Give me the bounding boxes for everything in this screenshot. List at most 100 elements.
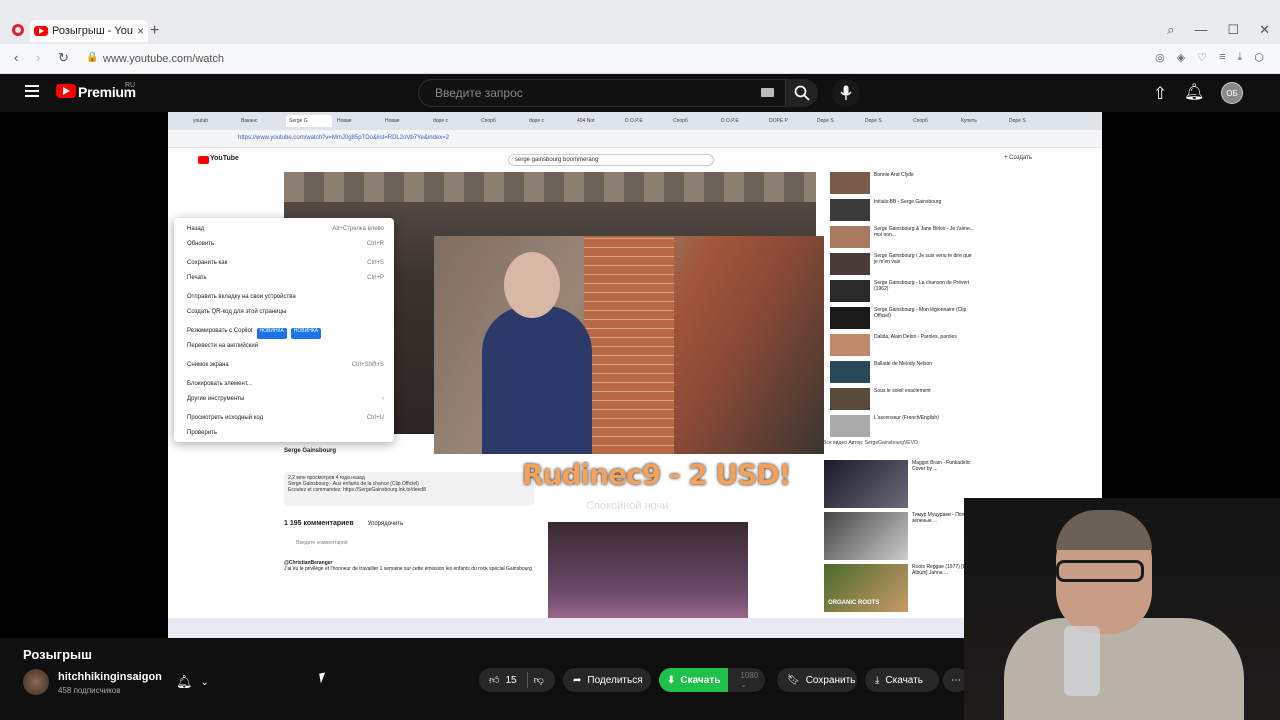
context-menu-item[interactable]: Назад Alt+Стрелка влево bbox=[174, 222, 394, 237]
browser-tab-title: Розыгрыш - YouTube bbox=[52, 25, 133, 37]
extensions-icon[interactable]: ⬡ bbox=[1254, 51, 1264, 64]
youtube-icon[interactable] bbox=[56, 84, 76, 98]
like-icon[interactable]: 👍︎ bbox=[489, 674, 499, 686]
camera-icon[interactable]: ◎ bbox=[1155, 51, 1165, 64]
inner-recommendations: Bonnie And Clyde Initials BB - Serge Gain… bbox=[830, 172, 974, 437]
avatar[interactable]: ОБ bbox=[1221, 82, 1243, 104]
download-bar-icon[interactable]: ⤓ bbox=[1238, 51, 1243, 64]
context-menu-item[interactable]: Обновить Ctrl+R bbox=[174, 237, 394, 252]
search-button[interactable] bbox=[786, 79, 818, 107]
context-menu: Назад Alt+Стрелка влево Обновить Ctrl+R Сохр… bbox=[174, 218, 394, 442]
inner-youtube-icon bbox=[198, 156, 209, 164]
video-title: Розыгрыш bbox=[23, 647, 92, 662]
context-menu-shortcut: Ctrl+S bbox=[367, 260, 384, 266]
list-icon[interactable]: ≡ bbox=[1219, 51, 1225, 64]
context-menu-item[interactable]: Другие инструменты › bbox=[174, 392, 394, 407]
quality-select[interactable]: 1080 ⌄ bbox=[734, 671, 765, 689]
download-icon: ⬇ bbox=[667, 674, 676, 686]
search-icon bbox=[794, 85, 810, 101]
subscriber-count: 458 подписчиков bbox=[58, 686, 121, 695]
inner-channel-name: Serge Gainsbourg bbox=[284, 448, 337, 454]
context-menu-item[interactable]: Просмотреть исходный код Ctrl+U bbox=[174, 411, 394, 426]
search-input[interactable]: Введите запрос bbox=[418, 79, 786, 107]
shield-icon[interactable]: ◈ bbox=[1177, 51, 1185, 64]
inner-tab: Dope S bbox=[865, 118, 882, 124]
inner-create: + Создать bbox=[1004, 155, 1032, 161]
context-menu-label: Печать bbox=[187, 275, 207, 281]
subscription-bell-button[interactable]: 🔔︎ ⌄ bbox=[172, 670, 220, 694]
inner-tab: Спорб bbox=[913, 118, 928, 124]
inner-tab: DOPE P bbox=[769, 118, 788, 124]
bell-icon: 🔔︎ bbox=[176, 674, 193, 689]
context-menu-item[interactable]: Перевести на английский bbox=[174, 339, 394, 354]
close-window-icon[interactable]: ✕ bbox=[1259, 22, 1270, 38]
context-menu-item[interactable]: Блокировать элемент... bbox=[174, 377, 394, 392]
context-menu-item[interactable]: Резюмировать с Copilot НОВИНКА НОВИНКА bbox=[174, 324, 394, 339]
recommendation-title: Sous le soleil exactement bbox=[874, 388, 931, 394]
context-menu-item[interactable]: Снимок экрана Ctrl+Shift+S bbox=[174, 358, 394, 373]
inner-tab-bar: youtub Ваканс Serge G Новая Новая dope c Спорб… bbox=[168, 112, 1102, 130]
save-button[interactable]: 🔖︎ Сохранить bbox=[777, 668, 857, 692]
inner-tab: youtub bbox=[193, 118, 209, 124]
mic-icon bbox=[840, 85, 852, 100]
heart-icon[interactable]: ♡ bbox=[1197, 51, 1207, 64]
menu-icon[interactable] bbox=[25, 85, 39, 97]
url-field[interactable]: www.youtube.com/watch bbox=[103, 53, 224, 65]
download-alt-button[interactable]: ⤓ Скачать bbox=[865, 668, 939, 692]
thumbnail bbox=[830, 280, 870, 302]
recommendation-title: L'ascenseur (French/English) bbox=[874, 415, 939, 421]
keyboard-icon[interactable] bbox=[761, 88, 774, 97]
context-menu-shortcut: › bbox=[382, 396, 384, 402]
context-menu-label: Снимок экрана bbox=[187, 362, 229, 368]
context-menu-label: Другие инструменты bbox=[187, 396, 245, 402]
close-tab-icon[interactable]: × bbox=[137, 24, 144, 38]
search-tabs-icon[interactable]: ⌕ bbox=[1167, 22, 1174, 38]
channel-avatar[interactable] bbox=[23, 669, 49, 695]
thumbnail: ORGANIC ROOTS bbox=[824, 564, 908, 612]
mic-button[interactable] bbox=[832, 79, 860, 107]
dislike-icon[interactable]: 👎︎ bbox=[534, 674, 544, 686]
context-menu-item[interactable]: Создать QR-код для этой страницы bbox=[174, 305, 394, 320]
context-menu-item[interactable]: Проверить bbox=[174, 426, 394, 441]
reload-icon[interactable]: ↻ bbox=[58, 50, 69, 66]
minimize-icon[interactable]: — bbox=[1194, 22, 1207, 38]
thumbnail bbox=[830, 172, 870, 194]
context-menu-label: Перевести на английский bbox=[187, 343, 259, 349]
thumbnail bbox=[824, 460, 908, 508]
inner-recommendation: Initials BB - Serge Gainsbourg bbox=[830, 199, 974, 225]
thumbnail bbox=[830, 199, 870, 221]
opera-icon[interactable] bbox=[12, 24, 24, 36]
donation-message: Спокойной ночи bbox=[586, 500, 669, 512]
inner-recommendation: Serge Gainsbourg / Je suis venu te dire … bbox=[830, 253, 974, 279]
channel-name[interactable]: hitchhikinginsaigon bbox=[58, 671, 162, 683]
download-alt-label: Скачать bbox=[885, 674, 923, 686]
context-menu-label: Резюмировать с Copilot bbox=[187, 328, 253, 334]
bell-icon[interactable]: 🔔︎ bbox=[1184, 82, 1204, 102]
context-menu-shortcut: Ctrl+P bbox=[367, 275, 384, 281]
context-menu-item[interactable]: Отправить вкладку на свои устройства bbox=[174, 290, 394, 305]
context-menu-item[interactable]: Сохранить как Ctrl+S bbox=[174, 256, 394, 271]
share-button[interactable]: ➦ Поделиться bbox=[563, 668, 651, 692]
download-button[interactable]: ⬇ Скачать bbox=[659, 668, 729, 692]
inner-recommendation: Serge Gainsbourg - Mon légionnaire (Clip… bbox=[830, 307, 974, 333]
inner-sort: Упорядочить bbox=[367, 521, 404, 527]
maximize-icon[interactable]: ☐ bbox=[1227, 22, 1239, 38]
upload-icon[interactable]: ⇧ bbox=[1153, 84, 1167, 104]
new-tab-icon[interactable]: + bbox=[150, 22, 159, 40]
inner-tab: 404 Not bbox=[577, 118, 595, 124]
browser-tab[interactable]: Розыгрыш - YouTube × bbox=[30, 20, 148, 42]
recommendation-title: Bonnie And Clyde bbox=[874, 172, 914, 178]
like-count[interactable]: 15 bbox=[505, 675, 516, 686]
forward-icon[interactable]: › bbox=[36, 50, 40, 65]
inner-address-bar: https://www.youtube.com/watch?v=MmJ0g85p… bbox=[168, 130, 1102, 148]
inner-comments-header: 1 195 комментариев Упорядочить bbox=[284, 520, 403, 527]
thumbnail bbox=[830, 334, 870, 356]
context-menu-item[interactable]: Печать Ctrl+P bbox=[174, 271, 394, 286]
inner-description: 2,2 млн просмотров 4 года назад Serge Ga… bbox=[284, 472, 534, 506]
back-icon[interactable]: ‹ bbox=[14, 50, 18, 65]
streamer-webcam bbox=[964, 498, 1280, 720]
inner-recommendation: Ballade de Melody Nelson bbox=[830, 361, 974, 387]
recommendation-title: Serge Gainsbourg - Mon légionnaire (Clip… bbox=[874, 307, 967, 319]
inner-recommendation: Sous le soleil exactement bbox=[830, 388, 974, 414]
overlay-photo bbox=[434, 236, 824, 454]
